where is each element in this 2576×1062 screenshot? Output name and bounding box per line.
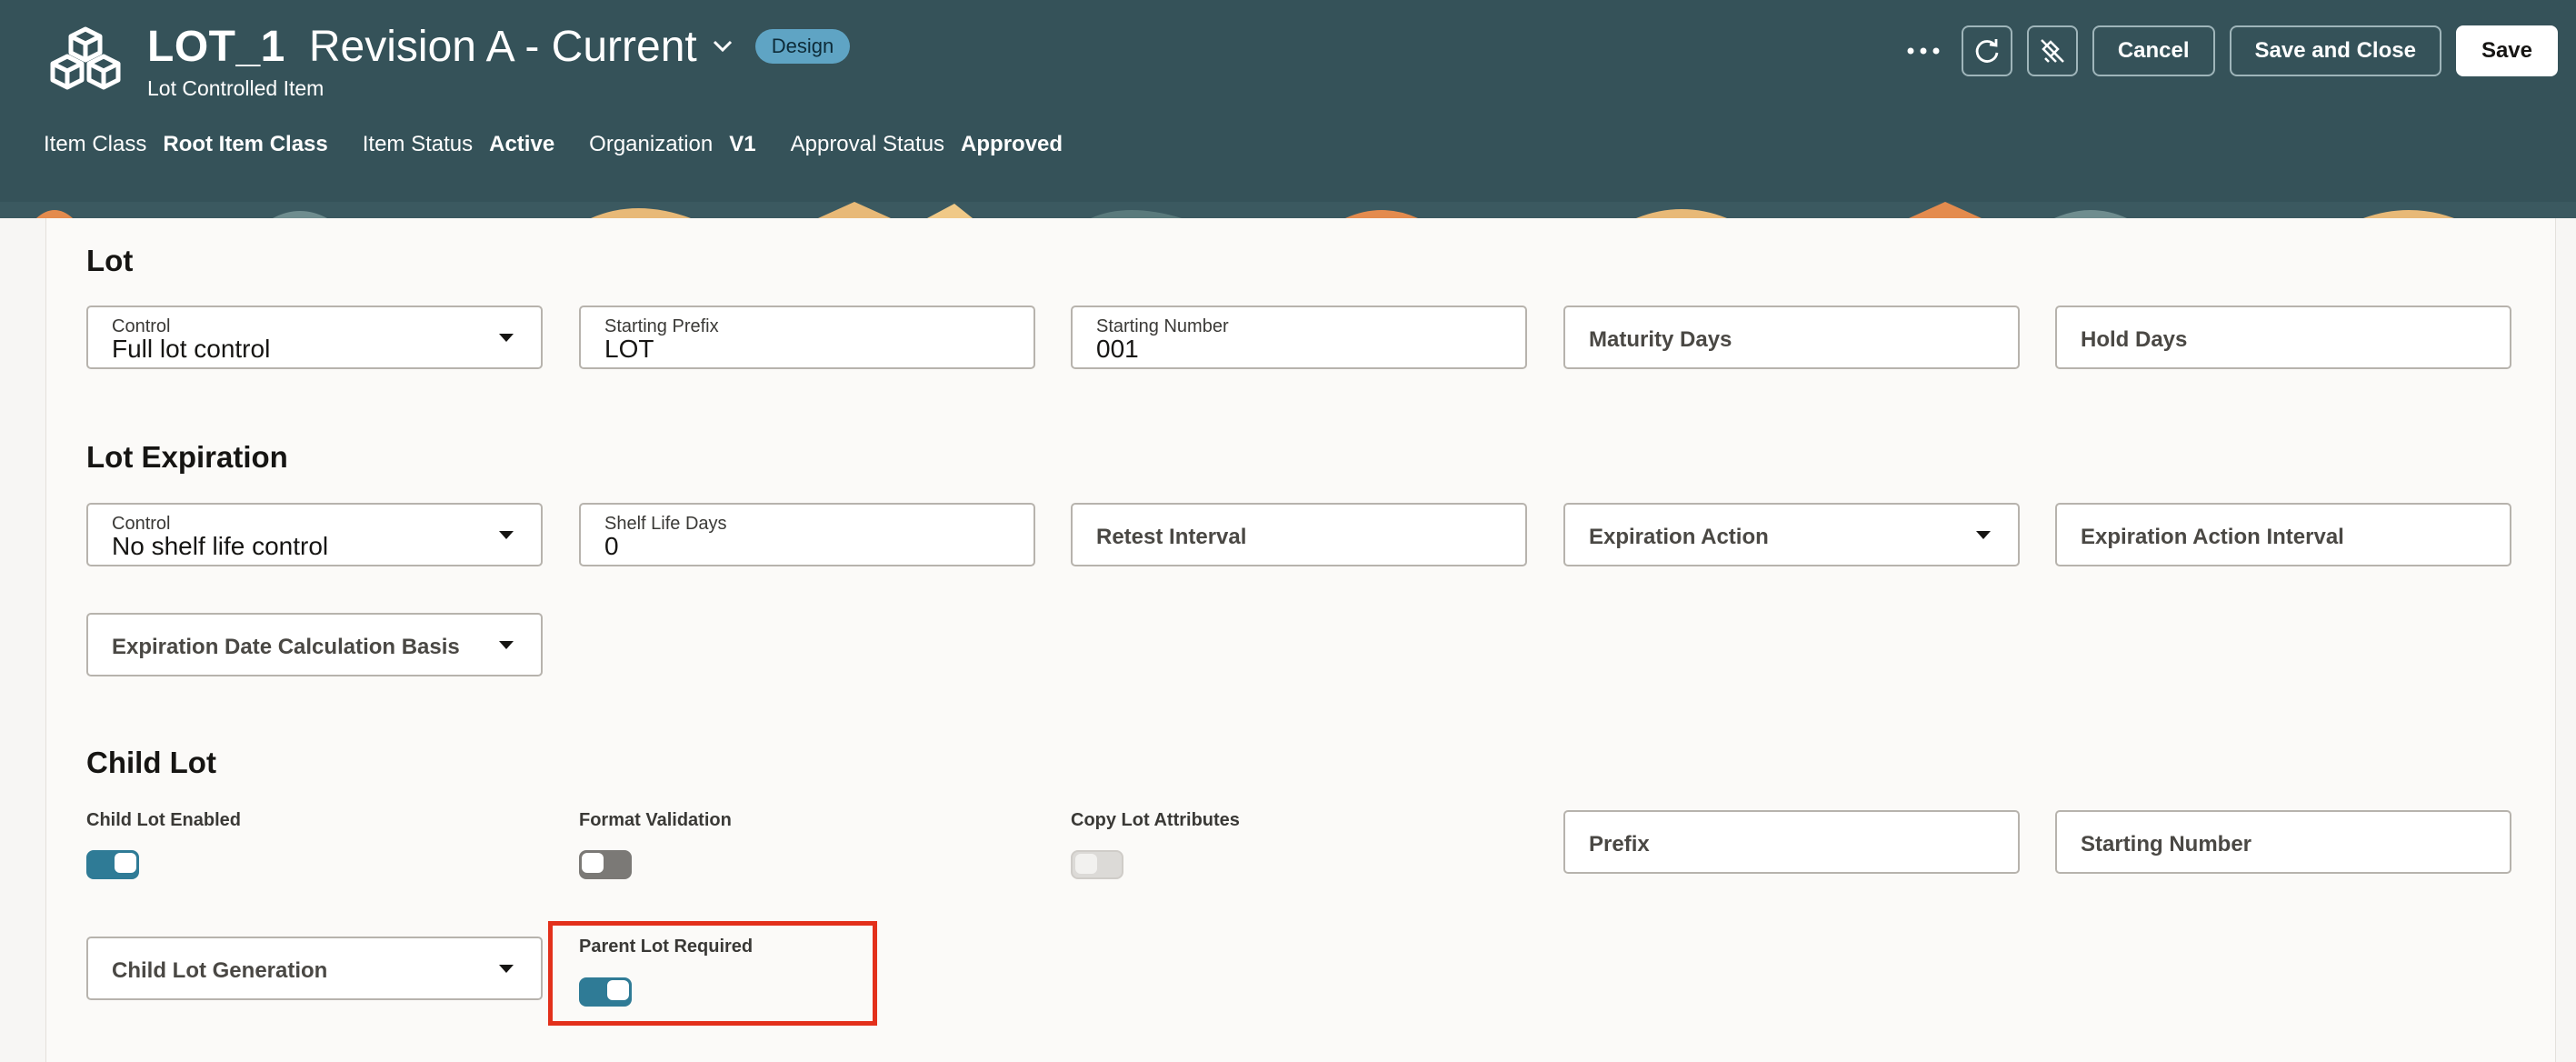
starting-prefix-field[interactable]: Starting Prefix LOT <box>579 306 1035 369</box>
save-button[interactable]: Save <box>2455 25 2558 76</box>
cancel-button[interactable]: Cancel <box>2092 25 2215 76</box>
page-title: LOT_1 Revision A - Current Design <box>147 16 851 76</box>
expiration-calc-basis-select[interactable]: Expiration Date Calculation Basis <box>86 613 543 676</box>
expiration-action-interval-field[interactable]: Expiration Action Interval <box>2055 503 2511 566</box>
clear-icon[interactable] <box>2026 25 2078 76</box>
section-title-lot: Lot <box>86 244 134 277</box>
hold-days-field[interactable]: Hold Days <box>2055 306 2511 369</box>
copy-lot-attributes-label: Copy Lot Attributes <box>1071 810 1240 830</box>
shelf-life-days-field[interactable]: Shelf Life Days 0 <box>579 503 1035 566</box>
meta-approval-status: Approval Status Approved <box>790 132 1063 156</box>
maturity-days-field[interactable]: Maturity Days <box>1563 306 2020 369</box>
lot-control-select[interactable]: Control Full lot control <box>86 306 543 369</box>
format-validation-toggle[interactable] <box>579 850 632 879</box>
meta-item-class: Item Class Root Item Class <box>44 132 328 156</box>
section-title-child-lot: Child Lot <box>86 746 216 779</box>
format-validation-label: Format Validation <box>579 810 732 830</box>
child-starting-number-field[interactable]: Starting Number <box>2055 810 2511 874</box>
cubes-logo-icon <box>47 25 124 96</box>
highlight-box <box>548 921 877 1026</box>
child-prefix-field[interactable]: Prefix <box>1563 810 2020 874</box>
starting-number-field[interactable]: Starting Number 001 <box>1071 306 1527 369</box>
section-title-lot-expiration: Lot Expiration <box>86 440 288 474</box>
dropdown-caret-icon <box>1976 531 1991 539</box>
meta-item-status: Item Status Active <box>362 132 555 156</box>
item-meta: Item Class Root Item Class Item Status Act… <box>44 132 1097 157</box>
expiration-action-select[interactable]: Expiration Action <box>1563 503 2020 566</box>
expiration-control-select[interactable]: Control No shelf life control <box>86 503 543 566</box>
child-lot-enabled-toggle[interactable] <box>86 850 139 879</box>
more-icon[interactable] <box>1903 25 1943 76</box>
status-badge: Design <box>754 29 851 64</box>
retest-interval-field[interactable]: Retest Interval <box>1071 503 1527 566</box>
chevron-down-icon[interactable] <box>710 34 735 59</box>
item-number: LOT_1 <box>147 22 285 71</box>
dropdown-caret-icon <box>499 965 514 973</box>
decorative-banner <box>0 202 2576 218</box>
page-header: LOT_1 Revision A - Current Design Lot Co… <box>0 0 2576 202</box>
child-lot-enabled-label: Child Lot Enabled <box>86 810 241 830</box>
child-lot-generation-select[interactable]: Child Lot Generation <box>86 937 543 1000</box>
save-and-close-button[interactable]: Save and Close <box>2229 25 2441 76</box>
dropdown-caret-icon <box>499 334 514 342</box>
page-subtitle: Lot Controlled Item <box>147 76 324 100</box>
copy-lot-attributes-toggle[interactable] <box>1071 850 1123 879</box>
revision-selector[interactable]: Revision A - Current <box>309 22 697 72</box>
refresh-icon[interactable] <box>1961 25 2012 76</box>
meta-organization: Organization V1 <box>589 132 756 156</box>
dropdown-caret-icon <box>499 531 514 539</box>
header-actions: Cancel Save and Close Save <box>1903 25 2558 76</box>
dropdown-caret-icon <box>499 641 514 649</box>
